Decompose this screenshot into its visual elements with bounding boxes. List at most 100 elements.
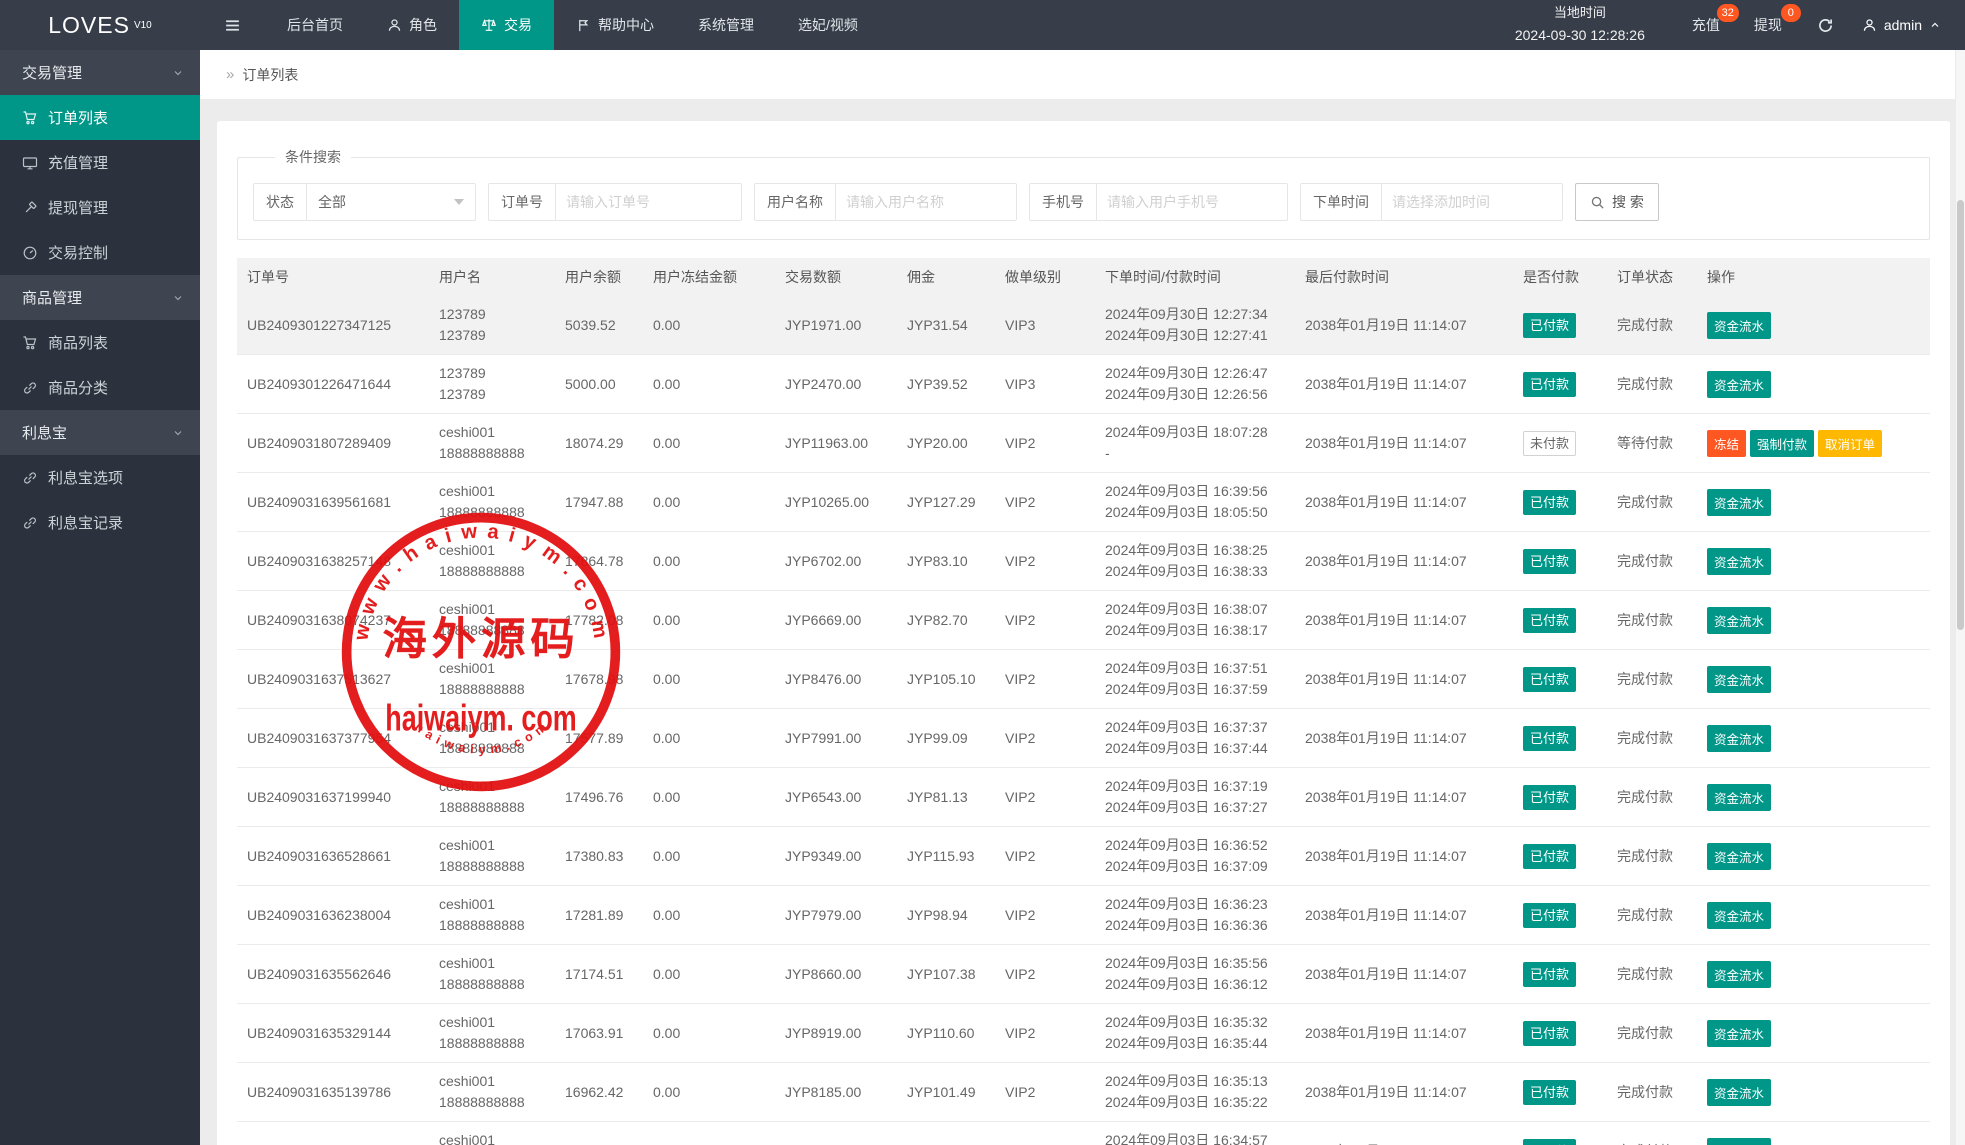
nav-item-system[interactable]: 系统管理 [676,0,776,50]
vip-level-cell: VIP2 [995,1122,1095,1145]
scrollbar-thumb[interactable] [1957,200,1964,630]
sidebar-item-trade-control[interactable]: 交易控制 [0,230,200,275]
sidebar-group-trade-management[interactable]: 交易管理 [0,50,200,95]
sidebar-item-product-category[interactable]: 商品分类 [0,365,200,410]
trade-amount-cell: JYP6702.00 [775,532,897,591]
trade-amount-cell: JYP7991.00 [775,709,897,768]
column-header: 订单状态 [1607,258,1697,296]
sidebar-item-withdraw-management[interactable]: 提现管理 [0,185,200,230]
vip-level-cell: VIP3 [995,355,1095,414]
sidebar-group-interest-treasure[interactable]: 利息宝 [0,410,200,455]
payment-status-badge: 已付款 [1523,785,1576,810]
order-status-cell: 完成付款 [1607,1063,1697,1122]
user-balance-cell: 5039.52 [555,296,643,355]
nav-label: 帮助中心 [598,15,654,35]
actions-cell: 资金流水 [1697,827,1930,886]
pay-time-text: 2024年09月03日 16:38:33 [1105,561,1285,582]
withdraw-link[interactable]: 提现 0 [1754,15,1782,35]
pay-time-text: 2024年09月03日 16:36:36 [1105,915,1285,936]
admin-menu[interactable]: admin [1862,17,1941,33]
funds-flow-button[interactable]: 资金流水 [1707,607,1771,634]
last-pay-time-cell: 2038年01月19日 11:14:07 [1295,473,1513,532]
funds-flow-button[interactable]: 资金流水 [1707,489,1771,516]
frozen-amount-cell: 0.00 [643,532,775,591]
last-pay-time-cell: 2038年01月19日 11:14:07 [1295,1122,1513,1145]
frozen-amount-cell: 0.00 [643,768,775,827]
nav-item-trade[interactable]: 交易 [459,0,554,50]
funds-flow-button[interactable]: 资金流水 [1707,548,1771,575]
vip-level-cell: VIP2 [995,945,1095,1004]
user-cell: ceshi00118888888888 [429,1004,555,1063]
payment-status-badge: 已付款 [1523,667,1576,692]
sidebar-item-order-list[interactable]: 订单列表 [0,95,200,140]
order-time-input[interactable] [1382,184,1562,220]
order-table-body: UB24093012273471251237891237895039.520.0… [237,296,1930,1145]
force-pay-button[interactable]: 强制付款 [1750,430,1814,457]
cancel-order-button[interactable]: 取消订单 [1818,430,1882,457]
funds-flow-button[interactable]: 资金流水 [1707,1079,1771,1106]
last-pay-time-cell: 2038年01月19日 11:14:07 [1295,296,1513,355]
payment-status-badge: 已付款 [1523,903,1576,928]
refresh-button[interactable] [1817,17,1834,34]
order-time-text: 2024年09月03日 16:35:56 [1105,953,1285,974]
username-filter-label: 用户名称 [755,184,836,220]
funds-flow-button[interactable]: 资金流水 [1707,1020,1771,1047]
funds-flow-button[interactable]: 资金流水 [1707,784,1771,811]
nav-item-video[interactable]: 选妃/视频 [776,0,880,50]
status-filter: 状态 全部 [253,183,476,221]
order-time-cell: 2024年09月03日 16:37:512024年09月03日 16:37:59 [1095,650,1295,709]
search-button[interactable]: 搜 索 [1575,183,1659,221]
user-cell: ceshi00118888888888 [429,414,555,473]
commission-cell: JYP105.10 [897,650,995,709]
username-input[interactable] [836,184,1016,220]
phone-input[interactable] [1097,184,1287,220]
funds-flow-button[interactable]: 资金流水 [1707,961,1771,988]
order-no-input[interactable] [556,184,741,220]
frozen-amount-cell: 0.00 [643,827,775,886]
sidebar-toggle-button[interactable] [200,0,265,50]
last-pay-time-cell: 2038年01月19日 11:14:07 [1295,591,1513,650]
scales-icon [481,17,497,33]
commission-cell: JYP127.29 [897,473,995,532]
sidebar-item-recharge-management[interactable]: 充值管理 [0,140,200,185]
status-select[interactable]: 全部 [307,184,475,220]
payment-status-badge: 已付款 [1523,1139,1576,1145]
nav-item-roles[interactable]: 角色 [365,0,459,50]
user-cell: 123789123789 [429,296,555,355]
pay-time-text: 2024年09月03日 16:37:27 [1105,797,1285,818]
funds-flow-button[interactable]: 资金流水 [1707,666,1771,693]
sidebar-group-product-management[interactable]: 商品管理 [0,275,200,320]
funds-flow-button[interactable]: 资金流水 [1707,902,1771,929]
username-text: ceshi001 [439,1071,545,1092]
order-status-cell: 完成付款 [1607,296,1697,355]
phone-text: 18888888888 [439,1092,545,1113]
sidebar-item-interest-options[interactable]: 利息宝选项 [0,455,200,500]
payment-status-cell: 已付款 [1513,296,1607,355]
chevron-down-icon [172,292,184,304]
table-row: UB2409031636238004ceshi00118888888888172… [237,886,1930,945]
actions-cell: 资金流水 [1697,355,1930,414]
nav-item-help[interactable]: 帮助中心 [554,0,676,50]
funds-flow-button[interactable]: 资金流水 [1707,1138,1771,1145]
payment-status-cell: 已付款 [1513,1122,1607,1145]
sidebar-item-interest-records[interactable]: 利息宝记录 [0,500,200,545]
actions-cell: 资金流水 [1697,768,1930,827]
phone-text: 18888888888 [439,620,545,641]
nav-item-dashboard[interactable]: 后台首页 [265,0,365,50]
funds-flow-button[interactable]: 资金流水 [1707,371,1771,398]
funds-flow-button[interactable]: 资金流水 [1707,312,1771,339]
phone-filter: 手机号 [1029,183,1288,221]
column-header: 佣金 [897,258,995,296]
order-id-cell: UB2409031637513627 [237,650,429,709]
user-cell: ceshi00118888888888 [429,1122,555,1145]
local-time: 当地时间 2024-09-30 12:28:26 [1515,3,1645,46]
funds-flow-button[interactable]: 资金流水 [1707,843,1771,870]
freeze-button[interactable]: 冻结 [1707,430,1746,457]
username-text: ceshi001 [439,717,545,738]
payment-status-badge: 已付款 [1523,726,1576,751]
order-status-cell: 完成付款 [1607,945,1697,1004]
sidebar-item-product-list[interactable]: 商品列表 [0,320,200,365]
funds-flow-button[interactable]: 资金流水 [1707,725,1771,752]
order-time-cell: 2024年09月03日 18:07:28- [1095,414,1295,473]
recharge-link[interactable]: 充值 32 [1692,15,1720,35]
